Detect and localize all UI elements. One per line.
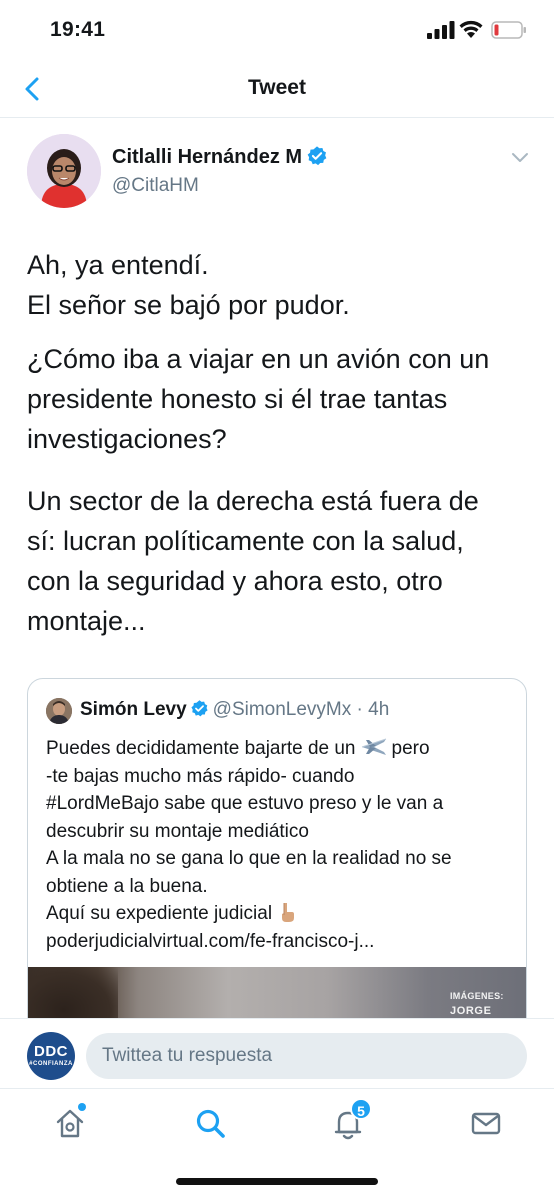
quoted-line-text: Aquí su expediente judicial — [46, 903, 273, 924]
home-indicator[interactable] — [176, 1178, 378, 1185]
account-logo-text: DDC — [34, 1043, 68, 1060]
quoted-line-text: pero — [391, 738, 430, 759]
tweet-line: sí: lucran políticamente con la salud, — [27, 526, 464, 556]
quoted-line-text: Puedes decididamente bajarte de un — [46, 738, 356, 759]
quoted-header: Simón Levy @SimonLevyMx · 4h — [80, 699, 389, 721]
reply-bar: DDC #CONFIANZA Twittea tu respuesta — [0, 1018, 554, 1088]
status-time: 19:41 — [50, 18, 106, 41]
tweet-line: montaje... — [27, 606, 146, 636]
tweet-line: presidente honesto si él trae tantas — [27, 384, 448, 414]
media-caption-top: IMÁGENES: — [450, 991, 504, 1001]
nav-bar: Tweet — [0, 60, 554, 118]
search-icon — [196, 1109, 225, 1138]
new-content-dot — [78, 1103, 86, 1111]
quoted-line: Puedes decididamente bajarte de un pero — [46, 735, 516, 763]
verified-badge-icon — [191, 700, 208, 717]
wifi-icon — [459, 20, 483, 38]
tweet-line: con la seguridad y ahora esto, otro — [27, 566, 443, 596]
quoted-link[interactable]: poderjudicialvirtual.com/fe-francisco-j.… — [46, 928, 516, 956]
tweet-line: El señor se bajó por pudor. — [27, 290, 350, 320]
chevron-down-icon[interactable] — [510, 150, 530, 164]
quoted-line: obtiene a la buena. — [46, 875, 208, 897]
reply-input[interactable]: Twittea tu respuesta — [86, 1033, 527, 1079]
battery-low-icon — [491, 21, 526, 39]
signal-icon — [427, 21, 455, 39]
tweet-paragraph: Un sector de la derecha está fuera de sí… — [27, 481, 532, 641]
quoted-tweet[interactable]: Simón Levy @SimonLevyMx · 4h Puedes deci… — [27, 678, 527, 1038]
notification-badge: 5 — [350, 1098, 372, 1120]
page-title: Tweet — [248, 76, 306, 99]
quoted-line: -te bajas mucho más rápido- cuando — [46, 765, 355, 787]
tweet-paragraph: Ah, ya entendí. El señor se bajó por pud… — [27, 245, 532, 325]
avatar[interactable] — [27, 134, 101, 208]
tab-notifications[interactable]: 5 — [330, 1098, 372, 1141]
pointing-down-emoji-icon — [282, 903, 295, 922]
quoted-hashtag-line: #LordMeBajo sabe que estuvo preso y le v… — [46, 793, 444, 814]
quoted-time: 4h — [368, 699, 390, 720]
tweet-line: investigaciones? — [27, 424, 227, 454]
quoted-separator: · — [356, 699, 363, 720]
author-handle[interactable]: @CitlaHM — [112, 175, 199, 197]
messages-icon — [471, 1112, 501, 1135]
tweet-paragraph: ¿Cómo iba a viajar en un avión con un pr… — [27, 339, 532, 459]
quoted-avatar-image — [46, 698, 72, 724]
tab-search[interactable] — [192, 1105, 228, 1141]
quoted-handle: @SimonLevyMx — [212, 699, 352, 720]
verified-badge-icon — [307, 146, 327, 166]
quoted-line: Aquí su expediente judicial — [46, 900, 516, 928]
account-logo-subtext: #CONFIANZA — [29, 1061, 73, 1067]
quoted-line: A la mala no se gana lo que en la realid… — [46, 848, 452, 869]
status-bar: 19:41 — [0, 0, 554, 60]
account-avatar[interactable]: DDC #CONFIANZA — [27, 1032, 75, 1080]
tweet-line: Ah, ya entendí. — [27, 250, 209, 280]
media-caption-bottom: JORGE — [450, 1005, 492, 1017]
tab-messages[interactable] — [468, 1105, 504, 1141]
quoted-line: descubrir su montaje mediático — [46, 820, 309, 842]
avatar-image — [27, 134, 101, 208]
tab-home[interactable] — [52, 1103, 88, 1141]
tweet-line: Un sector de la derecha está fuera de — [27, 486, 479, 516]
quoted-avatar — [46, 698, 72, 724]
tweet-line: ¿Cómo iba a viajar en un avión con un — [27, 344, 490, 374]
author-name[interactable]: Citlalli Hernández M — [112, 145, 328, 169]
quoted-text: Puedes decididamente bajarte de un pero … — [46, 735, 516, 955]
quoted-author-name: Simón Levy — [80, 699, 187, 720]
airplane-emoji-icon — [361, 738, 386, 755]
author-name-text: Citlalli Hernández M — [112, 146, 303, 168]
